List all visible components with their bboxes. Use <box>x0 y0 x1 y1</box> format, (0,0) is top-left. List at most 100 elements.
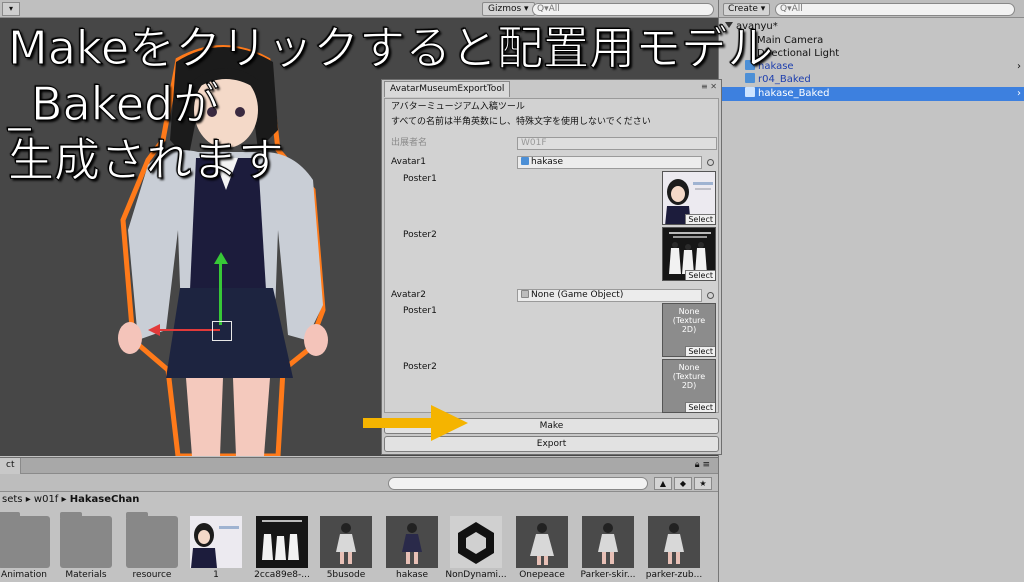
breadcrumb-item[interactable]: sets <box>2 494 23 505</box>
prefab-icon <box>745 60 755 70</box>
folder-icon <box>0 512 50 568</box>
avatar2-poster1-label: Poster1 <box>403 306 437 316</box>
hierarchy-scene-row[interactable]: avanyu* <box>719 20 1024 34</box>
chevron-right-icon[interactable]: › <box>1017 60 1021 74</box>
model-thumbnail-icon <box>516 516 568 568</box>
asset-script[interactable]: NonDynami... <box>445 516 507 582</box>
favorite-icon[interactable]: ★ <box>694 477 712 490</box>
hierarchy-item-label: Directional Light <box>757 48 840 59</box>
hierarchy-item[interactable]: Directional Light <box>719 47 1024 61</box>
avatar1-label: Avatar1 <box>391 157 426 167</box>
breadcrumb: sets ▸ w01f ▸ HakaseChan <box>0 492 718 508</box>
breadcrumb-item[interactable]: w01f <box>34 494 58 505</box>
avatar2-poster2-thumbnail[interactable]: None (Texture 2D) Select <box>662 359 716 413</box>
avatar1-value: hakase <box>531 157 564 167</box>
asset-label: resource <box>132 570 172 580</box>
hierarchy-item[interactable]: hakase › <box>719 60 1024 74</box>
tool-heading: アバターミュージアム入稿ツール <box>391 102 525 112</box>
hierarchy-item-selected[interactable]: hakase_Baked › <box>719 87 1024 101</box>
asset-prefab[interactable]: Onepeace <box>514 516 570 582</box>
poster-select-button[interactable]: Select <box>685 346 715 356</box>
hierarchy-item-label: Main Camera <box>757 35 824 46</box>
move-gizmo-y-axis[interactable] <box>219 260 222 325</box>
move-gizmo-x-arrow-icon[interactable] <box>148 324 160 336</box>
texture-thumbnail-icon <box>190 516 242 568</box>
window-controls-icon[interactable]: ≡ ✕ <box>701 82 717 91</box>
scene-search-input[interactable]: Q▾All <box>532 3 714 16</box>
asset-label: 5busode <box>326 570 366 580</box>
asset-label: 1 <box>213 570 219 580</box>
asset-prefab[interactable]: Parker-skir... <box>580 516 636 582</box>
asset-texture[interactable]: 2cca89e8-... <box>254 516 310 582</box>
asset-prefab[interactable]: parker-zub... <box>646 516 702 582</box>
tool-window-tab[interactable]: AvatarMuseumExportTool <box>384 81 511 97</box>
object-picker-icon[interactable] <box>707 292 714 299</box>
exhibitor-field[interactable]: W01F <box>517 137 717 150</box>
hierarchy-item-label: hakase_Baked <box>758 88 830 99</box>
project-panel: ct 🔒︎ ≡ ▲ ◆ ★ sets ▸ w01f ▸ HakaseChan A… <box>0 457 718 582</box>
poster-select-button[interactable]: Select <box>685 270 715 280</box>
avatar1-poster1-label: Poster1 <box>403 174 437 184</box>
move-gizmo-x-axis[interactable] <box>160 329 220 331</box>
poster-select-button[interactable]: Select <box>685 402 715 412</box>
model-thumbnail-icon <box>582 516 634 568</box>
avatar2-poster1-thumbnail[interactable]: None (Texture 2D) Select <box>662 303 716 357</box>
avatar2-object-field[interactable]: None (Game Object) <box>517 289 702 302</box>
move-gizmo-center[interactable] <box>212 321 232 341</box>
project-toolbar: ▲ ◆ ★ <box>0 474 718 492</box>
breadcrumb-separator-icon: ▸ <box>25 494 31 505</box>
chevron-right-icon[interactable]: › <box>1017 87 1021 101</box>
tool-window-body: アバターミュージアム入稿ツール すべての名前は半角英数にし、特殊文字を使用しない… <box>384 98 719 413</box>
expand-triangle-icon[interactable] <box>725 22 733 28</box>
lock-icon[interactable]: 🔒︎ ≡ <box>695 460 710 470</box>
asset-folder[interactable]: resource <box>124 512 180 582</box>
avatar2-label: Avatar2 <box>391 290 426 300</box>
project-search-input[interactable] <box>388 477 648 490</box>
hierarchy-toolbar: Create ▾ Q▾All <box>719 0 1024 18</box>
avatar1-poster2-thumbnail[interactable]: Select <box>662 227 716 281</box>
project-tab[interactable]: ct <box>0 458 22 474</box>
tool-notice: すべての名前は半角英数にし、特殊文字を使用しないでください <box>391 117 651 127</box>
hierarchy-item-label: r04_Baked <box>758 74 811 85</box>
project-tab-bar: ct 🔒︎ ≡ <box>0 458 718 474</box>
prefab-icon <box>745 73 755 83</box>
avatar2-poster2-label: Poster2 <box>403 362 437 372</box>
poster-select-button[interactable]: Select <box>685 214 715 224</box>
avatar1-poster1-thumbnail[interactable]: Select <box>662 171 716 225</box>
move-gizmo-y-arrow-icon[interactable] <box>214 252 228 264</box>
hierarchy-item[interactable]: Main Camera <box>719 34 1024 48</box>
texture-thumbnail-icon <box>256 516 308 568</box>
asset-folder[interactable]: Materials <box>58 512 114 582</box>
prefab-icon <box>745 87 755 97</box>
asset-label: Parker-skir... <box>580 570 636 580</box>
asset-label: Animation <box>1 570 47 580</box>
gizmos-label: Gizmos <box>488 4 522 14</box>
scene-toolbar: ▾ Gizmos ▾ Q▾All <box>0 0 718 18</box>
object-picker-icon[interactable] <box>707 159 714 166</box>
asset-prefab[interactable]: 5busode <box>318 516 374 582</box>
folder-icon <box>60 512 112 568</box>
none-texture-label: None (Texture 2D) <box>672 363 706 390</box>
create-button[interactable]: Create ▾ <box>723 3 771 16</box>
gizmos-button[interactable]: Gizmos ▾ <box>482 2 535 16</box>
pointer-arrow-icon <box>363 405 468 441</box>
asset-label: parker-zub... <box>645 570 703 580</box>
model-thumbnail-icon <box>386 516 438 568</box>
avatar1-object-field[interactable]: hakase <box>517 156 702 169</box>
filter-label-icon[interactable]: ◆ <box>674 477 692 490</box>
gameobject-icon <box>521 290 529 298</box>
gameobject-icon <box>521 157 529 165</box>
asset-label: NonDynami... <box>445 570 507 580</box>
asset-prefab[interactable]: hakase <box>384 516 440 582</box>
filter-type-icon[interactable]: ▲ <box>654 477 672 490</box>
asset-label: hakase <box>395 570 428 580</box>
breadcrumb-current[interactable]: HakaseChan <box>70 494 140 505</box>
breadcrumb-separator-icon: ▸ <box>61 494 67 505</box>
hierarchy-item[interactable]: r04_Baked <box>719 73 1024 87</box>
asset-folder[interactable]: Animation <box>0 512 52 582</box>
asset-texture[interactable]: 1 <box>188 516 244 582</box>
avatar-model[interactable] <box>108 40 348 456</box>
hierarchy-search-input[interactable]: Q▾All <box>775 3 1015 16</box>
scene-menu-icon[interactable]: ▾ <box>2 2 20 16</box>
none-texture-label: None (Texture 2D) <box>672 307 706 334</box>
